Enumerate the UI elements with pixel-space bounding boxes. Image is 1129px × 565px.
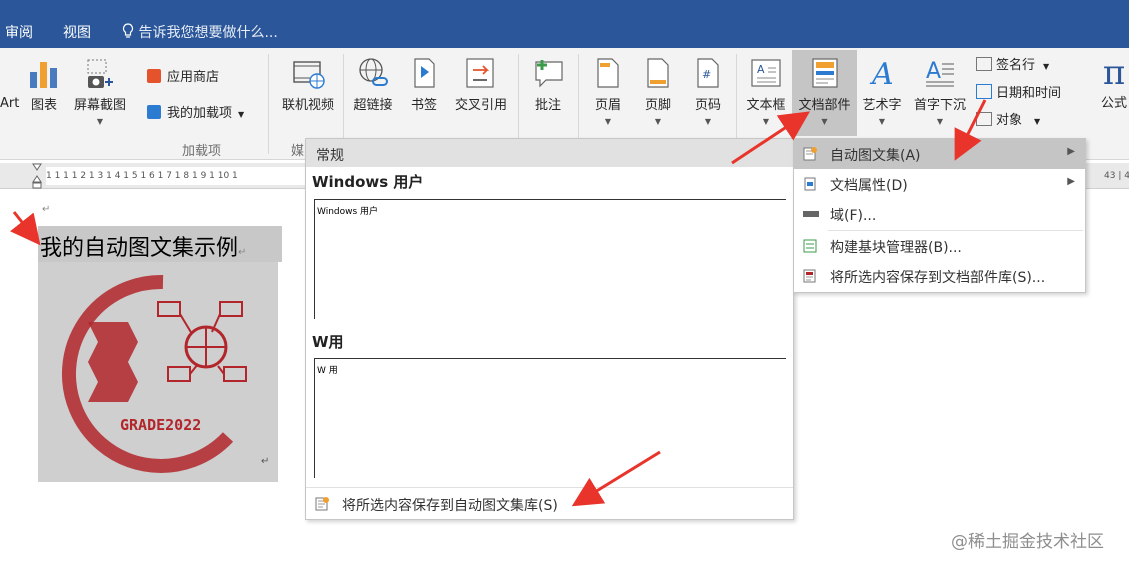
object-icon [976, 112, 992, 126]
gallery-entry-title: W用 [312, 333, 344, 351]
globe-link-icon [355, 58, 391, 94]
date-time-button[interactable]: 日期和时间 [976, 82, 1061, 101]
comment-plus-icon [530, 60, 566, 94]
chevron-down-icon: ▼ [238, 110, 245, 119]
ruler-scale-right: 43 | 44 [1104, 171, 1129, 181]
store-icon [147, 69, 161, 83]
camera-plus-icon [82, 59, 118, 94]
calendar-icon [976, 84, 992, 99]
chevron-down-icon: ▼ [704, 117, 712, 126]
gallery-entry-w-yong[interactable]: W 用 [314, 358, 786, 478]
menu-item-document-property[interactable]: 文档属性(D) ▶ [794, 169, 1085, 199]
menu-item-autotext[interactable]: 自动图文集(A) ▶ [794, 139, 1085, 169]
page-footer-icon [643, 58, 673, 94]
quick-parts-menu: 自动图文集(A) ▶ 文档属性(D) ▶ 域(F)... 构建基块管理器(B).… [793, 138, 1086, 293]
app-store-button[interactable]: 应用商店 [147, 66, 219, 85]
title-bar [0, 0, 1129, 14]
menu-item-building-blocks-organizer[interactable]: 构建基块管理器(B)... [794, 231, 1085, 261]
hyperlink-button[interactable]: 超链接 [348, 56, 398, 113]
chevron-right-icon: ▶ [1067, 146, 1075, 157]
chevron-down-icon: ▼ [1034, 117, 1041, 126]
addins-icon [147, 105, 161, 119]
indent-marker[interactable] [32, 163, 42, 189]
comment-button[interactable]: 批注 [526, 56, 570, 113]
drop-cap-icon: A [922, 59, 958, 94]
save-to-autotext-gallery-item[interactable]: 将所选内容保存到自动图文集库(S) [306, 487, 793, 519]
autotext-gallery-menu: 常规 Windows 用户 Windows 用户 W用 W 用 将所选内容保存到… [305, 138, 794, 520]
svg-text:#: # [702, 68, 711, 81]
menu-item-field[interactable]: 域(F)... [794, 199, 1085, 229]
document-property-icon [802, 176, 818, 196]
quick-parts-button[interactable]: 文档部件 ▼ [792, 50, 857, 136]
wordart-button[interactable]: A 艺术字 ▼ [858, 56, 906, 126]
text-box-button[interactable]: A 文本框 ▼ [742, 56, 790, 126]
page-header-icon [593, 58, 623, 94]
paragraph-mark: ↵ [238, 247, 247, 258]
logo-text: GRADE2022 [120, 416, 201, 434]
menu-item-save-to-quick-parts[interactable]: 将所选内容保存到文档部件库(S)... [794, 261, 1085, 291]
save-quick-parts-icon [802, 268, 818, 288]
gallery-category-header: 常规 [306, 139, 793, 167]
signature-icon [976, 57, 992, 71]
chevron-down-icon: ▼ [878, 117, 886, 126]
svg-text:A: A [926, 59, 941, 84]
drop-cap-button[interactable]: A 首字下沉 ▼ [908, 56, 972, 126]
save-selection-icon [314, 496, 330, 516]
chevron-down-icon: ▼ [96, 117, 104, 126]
wordart-icon: A [864, 57, 900, 94]
ribbon-tab-bar: 审阅 视图 告诉我您想要做什么... [0, 14, 1129, 48]
bookmark-icon [409, 58, 439, 94]
online-video-icon [290, 61, 326, 94]
chevron-down-icon: ▼ [654, 117, 662, 126]
paragraph-mark: ↵ [42, 204, 51, 215]
document-heading[interactable]: 我的自动图文集示例↵ [40, 230, 246, 262]
field-icon [802, 206, 820, 226]
text-box-icon: A [748, 59, 784, 94]
object-button[interactable]: 对象 ▼ [976, 109, 1040, 128]
autotext-icon [802, 146, 818, 166]
equation-button[interactable]: π 公式 [1096, 54, 1129, 111]
smartart-button[interactable]: Art [0, 96, 19, 111]
cross-reference-icon [463, 58, 499, 94]
header-button[interactable]: 页眉 ▼ [588, 56, 628, 126]
page-number-icon: # [693, 58, 723, 94]
tell-me-text: 告诉我您想要做什么... [138, 25, 278, 41]
cross-reference-button[interactable]: 交叉引用 [448, 56, 514, 113]
screenshot-button[interactable]: 屏幕截图 ▼ [68, 56, 132, 126]
chevron-down-icon: ▼ [762, 117, 770, 126]
logo-image[interactable]: GRADE2022 [38, 262, 278, 482]
chevron-down-icon: ▼ [821, 117, 828, 126]
chevron-down-icon: ▼ [936, 117, 944, 126]
ruler-scale: 1 1 1 1 2 1 3 1 4 1 5 1 6 1 7 1 8 1 9 1 … [46, 167, 308, 185]
signature-line-button[interactable]: 签名行 ▼ [976, 54, 1049, 73]
my-addins-button[interactable]: 我的加载项 ▼ [147, 102, 244, 121]
chart-button[interactable]: 图表 [26, 56, 62, 113]
building-blocks-icon [802, 238, 818, 258]
chevron-down-icon: ▼ [604, 117, 612, 126]
tell-me-search[interactable]: 告诉我您想要做什么... [122, 22, 278, 42]
svg-text:A: A [757, 63, 765, 76]
page-number-button[interactable]: # 页码 ▼ [688, 56, 728, 126]
tab-view[interactable]: 视图 [63, 22, 91, 42]
chevron-down-icon: ▼ [1043, 62, 1050, 71]
addins-group-label: 加载项 [182, 144, 222, 159]
gallery-entry-windows-user[interactable]: Windows 用户 [314, 199, 786, 319]
paragraph-mark: ↵ [261, 456, 270, 467]
online-video-button[interactable]: 联机视频 [276, 56, 340, 113]
bar-chart-icon [27, 62, 61, 94]
pi-icon: π [1102, 53, 1126, 93]
tab-review[interactable]: 审阅 [5, 22, 33, 42]
group-divider [268, 54, 269, 154]
media-group-label: 媒 [291, 144, 305, 159]
bookmark-button[interactable]: 书签 [404, 56, 444, 113]
footer-button[interactable]: 页脚 ▼ [638, 56, 678, 126]
svg-text:A: A [869, 57, 894, 90]
lightbulb-icon [122, 23, 138, 41]
quick-parts-icon [807, 58, 843, 94]
chevron-right-icon: ▶ [1067, 176, 1075, 187]
watermark-text: @稀土掘金技术社区 [951, 532, 1104, 552]
gallery-entry-title: Windows 用户 [312, 173, 424, 191]
